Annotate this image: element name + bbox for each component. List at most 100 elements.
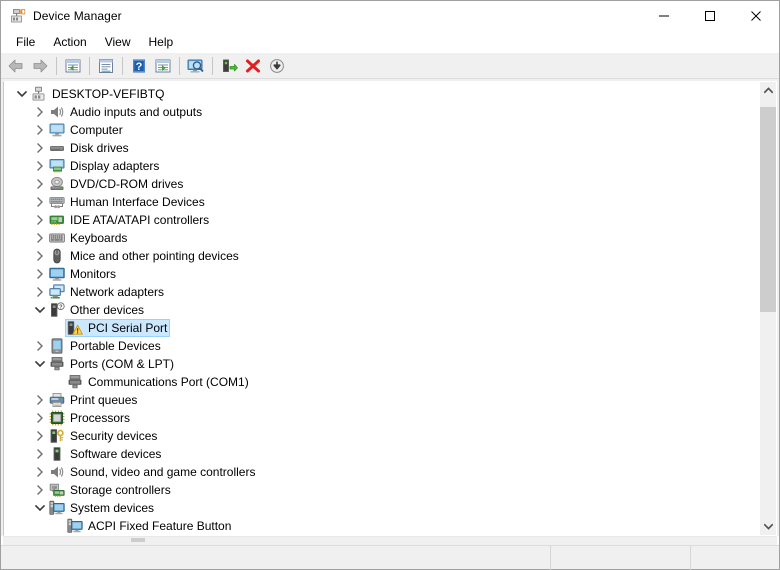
tree-item-storage-controllers[interactable]: Storage controllers [47,481,174,499]
tree-item-pci-serial-port[interactable]: PCI Serial Port [65,319,171,337]
tree-item-other-devices[interactable]: ? Other devices [47,301,147,319]
close-button[interactable] [733,1,779,31]
tree-row[interactable]: Audio inputs and outputs [4,103,759,121]
update-driver-button[interactable] [217,54,241,78]
tree-row[interactable]: Sound, video and game controllers [4,463,759,481]
chevron-right-icon[interactable] [32,481,48,499]
chevron-right-icon[interactable] [32,445,48,463]
tree-row[interactable]: Print queues [4,391,759,409]
tree-item-keyboards[interactable]: Keyboards [47,229,130,247]
tree-item-network-adapters[interactable]: Network adapters [47,283,167,301]
tree-row[interactable]: Monitors [4,265,759,283]
tree-row[interactable]: Security devices [4,427,759,445]
help-button[interactable]: ? [127,54,151,78]
tree-row[interactable]: Computer [4,121,759,139]
chevron-right-icon[interactable] [32,427,48,445]
tree-item-audio-inputs-and-outputs[interactable]: Audio inputs and outputs [47,103,205,121]
chevron-right-icon[interactable] [32,175,48,193]
tree-item-acpi-fixed-feature-button[interactable]: ACPI Fixed Feature Button [65,517,234,535]
tree-row[interactable]: Display adapters [4,157,759,175]
chevron-right-icon[interactable] [32,463,48,481]
tree-item-disk-drives[interactable]: Disk drives [47,139,132,157]
tree-item-security-devices[interactable]: Security devices [47,427,160,445]
chevron-down-icon[interactable] [32,301,48,319]
vertical-scroll-track[interactable] [760,99,776,518]
tree-row[interactable]: Disk drives [4,139,759,157]
scroll-down-arrow-icon[interactable] [760,518,776,535]
tree-row[interactable]: DESKTOP-VEFIBTQ [4,85,759,103]
tree-row[interactable]: Mice and other pointing devices [4,247,759,265]
horizontal-scroll-thumb[interactable] [131,538,145,542]
device-tree[interactable]: DESKTOP-VEFIBTQ Audio inputs and outputs… [4,82,759,535]
tree-item-ports-com-and-lpt[interactable]: Ports (COM & LPT) [47,355,177,373]
menu-help[interactable]: Help [140,32,183,52]
properties-button[interactable] [94,54,118,78]
forward-button[interactable] [28,54,52,78]
chevron-down-icon[interactable] [32,355,48,373]
tree-row[interactable]: Storage controllers [4,481,759,499]
tree-row[interactable]: Processors [4,409,759,427]
tree-item-communications-port-com1[interactable]: Communications Port (COM1) [65,373,252,391]
show-action-pane-button[interactable] [151,54,175,78]
tree-row[interactable]: System devices [4,499,759,517]
scan-for-hardware-changes-button[interactable] [184,54,208,78]
horizontal-scrollbar[interactable] [3,536,777,545]
tree-row[interactable]: Portable Devices [4,337,759,355]
tree-row[interactable]: PCI Serial Port [4,319,759,337]
chevron-right-icon[interactable] [32,409,48,427]
tree-row-label: Human Interface Devices [70,195,205,209]
tree-row[interactable]: DVD/CD-ROM drives [4,175,759,193]
chevron-right-icon[interactable] [32,103,48,121]
chevron-right-icon[interactable] [32,229,48,247]
tree-item-processors[interactable]: Processors [47,409,133,427]
tree-row[interactable]: IDE ATA/ATAPI controllers [4,211,759,229]
menu-file[interactable]: File [7,32,44,52]
tree-item-system-devices[interactable]: System devices [47,499,157,517]
vertical-scrollbar[interactable] [759,82,776,535]
speaker-icon [49,104,65,120]
chevron-right-icon[interactable] [32,139,48,157]
tree-item-desktop-vefibtq[interactable]: DESKTOP-VEFIBTQ [29,85,167,103]
minimize-button[interactable] [641,1,687,31]
chevron-right-icon[interactable] [32,265,48,283]
tree-row[interactable]: Software devices [4,445,759,463]
chevron-right-icon[interactable] [32,247,48,265]
tree-item-software-devices[interactable]: Software devices [47,445,164,463]
back-button[interactable] [4,54,28,78]
port-icon [49,356,65,372]
tree-item-display-adapters[interactable]: Display adapters [47,157,162,175]
chevron-right-icon[interactable] [32,193,48,211]
tree-row[interactable]: Ports (COM & LPT) [4,355,759,373]
menu-action[interactable]: Action [44,32,95,52]
chevron-down-icon[interactable] [32,499,48,517]
chevron-right-icon[interactable] [32,283,48,301]
tree-item-mice-and-other-pointing-devices[interactable]: Mice and other pointing devices [47,247,242,265]
tree-row[interactable]: ? Other devices [4,301,759,319]
tree-row[interactable]: Network adapters [4,283,759,301]
chevron-right-icon[interactable] [32,211,48,229]
chevron-right-icon[interactable] [32,157,48,175]
tree-row[interactable]: ACPI Fixed Feature Button [4,517,759,535]
chevron-right-icon[interactable] [32,121,48,139]
vertical-scroll-thumb[interactable] [760,107,776,312]
menu-view[interactable]: View [96,32,140,52]
tree-item-print-queues[interactable]: Print queues [47,391,140,409]
show-hide-console-tree-button[interactable] [61,54,85,78]
tree-item-portable-devices[interactable]: Portable Devices [47,337,164,355]
maximize-button[interactable] [687,1,733,31]
tree-item-ide-ata-atapi-controllers[interactable]: IDE ATA/ATAPI controllers [47,211,212,229]
chevron-right-icon[interactable] [32,337,48,355]
uninstall-device-button[interactable] [241,54,265,78]
scroll-up-arrow-icon[interactable] [760,82,776,99]
tree-row[interactable]: Communications Port (COM1) [4,373,759,391]
disable-device-button[interactable] [265,54,289,78]
tree-row[interactable]: Human Interface Devices [4,193,759,211]
tree-item-monitors[interactable]: Monitors [47,265,119,283]
tree-row[interactable]: Keyboards [4,229,759,247]
tree-item-computer[interactable]: Computer [47,121,126,139]
tree-item-dvd-cd-rom-drives[interactable]: DVD/CD-ROM drives [47,175,186,193]
tree-item-sound-video-and-game-controllers[interactable]: Sound, video and game controllers [47,463,258,481]
chevron-down-icon[interactable] [14,85,30,103]
tree-item-human-interface-devices[interactable]: Human Interface Devices [47,193,208,211]
chevron-right-icon[interactable] [32,391,48,409]
